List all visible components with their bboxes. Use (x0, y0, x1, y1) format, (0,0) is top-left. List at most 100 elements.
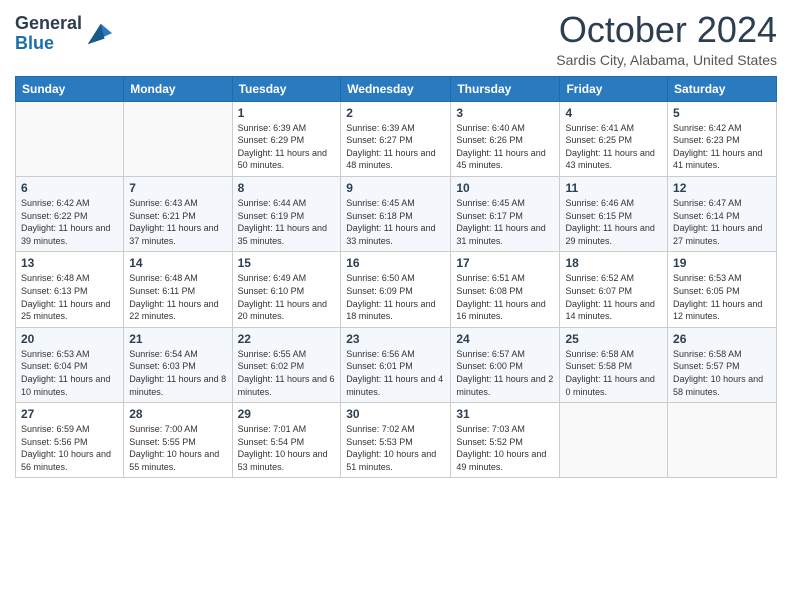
day-number: 9 (346, 181, 445, 195)
calendar-cell: 11Sunrise: 6:46 AMSunset: 6:15 PMDayligh… (560, 176, 668, 251)
cell-info: Sunrise: 6:43 AM (129, 197, 226, 210)
cell-info: Sunset: 6:15 PM (565, 210, 662, 223)
header-sunday: Sunday (16, 76, 124, 101)
cell-info: Daylight: 11 hours and 41 minutes. (673, 147, 771, 172)
cell-info: Sunset: 5:54 PM (238, 436, 336, 449)
cell-info: Sunrise: 7:01 AM (238, 423, 336, 436)
cell-info: Sunset: 5:53 PM (346, 436, 445, 449)
cell-info: Sunrise: 6:50 AM (346, 272, 445, 285)
cell-info: Daylight: 10 hours and 51 minutes. (346, 448, 445, 473)
cell-info: Sunrise: 6:58 AM (673, 348, 771, 361)
cell-info: Daylight: 11 hours and 0 minutes. (565, 373, 662, 398)
day-number: 11 (565, 181, 662, 195)
cell-info: Sunset: 5:57 PM (673, 360, 771, 373)
cell-info: Daylight: 11 hours and 27 minutes. (673, 222, 771, 247)
calendar-header-row: SundayMondayTuesdayWednesdayThursdayFrid… (16, 76, 777, 101)
cell-info: Daylight: 11 hours and 22 minutes. (129, 298, 226, 323)
cell-info: Sunset: 6:23 PM (673, 134, 771, 147)
calendar-cell: 6Sunrise: 6:42 AMSunset: 6:22 PMDaylight… (16, 176, 124, 251)
calendar-cell: 12Sunrise: 6:47 AMSunset: 6:14 PMDayligh… (668, 176, 777, 251)
cell-info: Sunset: 6:26 PM (456, 134, 554, 147)
calendar-table: SundayMondayTuesdayWednesdayThursdayFrid… (15, 76, 777, 479)
cell-info: Sunrise: 6:44 AM (238, 197, 336, 210)
day-number: 10 (456, 181, 554, 195)
cell-info: Daylight: 11 hours and 6 minutes. (238, 373, 336, 398)
day-number: 19 (673, 256, 771, 270)
cell-info: Daylight: 10 hours and 56 minutes. (21, 448, 118, 473)
day-number: 31 (456, 407, 554, 421)
calendar-cell: 9Sunrise: 6:45 AMSunset: 6:18 PMDaylight… (341, 176, 451, 251)
logo-general: General (15, 14, 82, 34)
day-number: 21 (129, 332, 226, 346)
calendar-cell (124, 101, 232, 176)
header-wednesday: Wednesday (341, 76, 451, 101)
cell-info: Sunset: 6:21 PM (129, 210, 226, 223)
cell-info: Daylight: 11 hours and 43 minutes. (565, 147, 662, 172)
day-number: 27 (21, 407, 118, 421)
cell-info: Sunrise: 6:59 AM (21, 423, 118, 436)
cell-info: Sunrise: 6:57 AM (456, 348, 554, 361)
day-number: 15 (238, 256, 336, 270)
calendar-cell: 15Sunrise: 6:49 AMSunset: 6:10 PMDayligh… (232, 252, 341, 327)
day-number: 14 (129, 256, 226, 270)
cell-info: Daylight: 10 hours and 49 minutes. (456, 448, 554, 473)
cell-info: Sunrise: 6:45 AM (346, 197, 445, 210)
calendar-cell: 14Sunrise: 6:48 AMSunset: 6:11 PMDayligh… (124, 252, 232, 327)
logo: General Blue (15, 14, 112, 54)
cell-info: Sunrise: 6:48 AM (21, 272, 118, 285)
calendar-cell: 24Sunrise: 6:57 AMSunset: 6:00 PMDayligh… (451, 327, 560, 402)
calendar-cell: 27Sunrise: 6:59 AMSunset: 5:56 PMDayligh… (16, 403, 124, 478)
cell-info: Daylight: 11 hours and 50 minutes. (238, 147, 336, 172)
cell-info: Sunrise: 6:58 AM (565, 348, 662, 361)
day-number: 28 (129, 407, 226, 421)
calendar-cell: 20Sunrise: 6:53 AMSunset: 6:04 PMDayligh… (16, 327, 124, 402)
day-number: 4 (565, 106, 662, 120)
cell-info: Daylight: 11 hours and 33 minutes. (346, 222, 445, 247)
cell-info: Sunrise: 6:53 AM (673, 272, 771, 285)
cell-info: Sunrise: 6:47 AM (673, 197, 771, 210)
cell-info: Sunrise: 6:56 AM (346, 348, 445, 361)
calendar-cell: 30Sunrise: 7:02 AMSunset: 5:53 PMDayligh… (341, 403, 451, 478)
day-number: 26 (673, 332, 771, 346)
cell-info: Sunrise: 6:45 AM (456, 197, 554, 210)
calendar-cell: 25Sunrise: 6:58 AMSunset: 5:58 PMDayligh… (560, 327, 668, 402)
day-number: 6 (21, 181, 118, 195)
cell-info: Sunrise: 6:46 AM (565, 197, 662, 210)
cell-info: Sunrise: 6:42 AM (673, 122, 771, 135)
header-friday: Friday (560, 76, 668, 101)
day-number: 24 (456, 332, 554, 346)
day-number: 25 (565, 332, 662, 346)
cell-info: Sunset: 6:25 PM (565, 134, 662, 147)
calendar-cell: 1Sunrise: 6:39 AMSunset: 6:29 PMDaylight… (232, 101, 341, 176)
week-row-5: 27Sunrise: 6:59 AMSunset: 5:56 PMDayligh… (16, 403, 777, 478)
cell-info: Daylight: 11 hours and 39 minutes. (21, 222, 118, 247)
calendar-cell: 18Sunrise: 6:52 AMSunset: 6:07 PMDayligh… (560, 252, 668, 327)
week-row-4: 20Sunrise: 6:53 AMSunset: 6:04 PMDayligh… (16, 327, 777, 402)
cell-info: Daylight: 11 hours and 35 minutes. (238, 222, 336, 247)
day-number: 30 (346, 407, 445, 421)
cell-info: Sunset: 6:22 PM (21, 210, 118, 223)
cell-info: Daylight: 11 hours and 14 minutes. (565, 298, 662, 323)
calendar-cell: 7Sunrise: 6:43 AMSunset: 6:21 PMDaylight… (124, 176, 232, 251)
cell-info: Sunrise: 6:48 AM (129, 272, 226, 285)
cell-info: Sunrise: 6:49 AM (238, 272, 336, 285)
cell-info: Daylight: 11 hours and 20 minutes. (238, 298, 336, 323)
day-number: 20 (21, 332, 118, 346)
logo-text: General Blue (15, 14, 82, 54)
cell-info: Daylight: 11 hours and 4 minutes. (346, 373, 445, 398)
calendar-cell: 21Sunrise: 6:54 AMSunset: 6:03 PMDayligh… (124, 327, 232, 402)
calendar-cell: 19Sunrise: 6:53 AMSunset: 6:05 PMDayligh… (668, 252, 777, 327)
cell-info: Daylight: 10 hours and 53 minutes. (238, 448, 336, 473)
week-row-2: 6Sunrise: 6:42 AMSunset: 6:22 PMDaylight… (16, 176, 777, 251)
cell-info: Sunrise: 6:53 AM (21, 348, 118, 361)
cell-info: Daylight: 11 hours and 10 minutes. (21, 373, 118, 398)
cell-info: Sunset: 6:07 PM (565, 285, 662, 298)
day-number: 2 (346, 106, 445, 120)
cell-info: Sunrise: 7:00 AM (129, 423, 226, 436)
cell-info: Sunset: 6:01 PM (346, 360, 445, 373)
cell-info: Sunrise: 6:52 AM (565, 272, 662, 285)
header-monday: Monday (124, 76, 232, 101)
cell-info: Sunset: 6:02 PM (238, 360, 336, 373)
header-tuesday: Tuesday (232, 76, 341, 101)
cell-info: Sunrise: 6:55 AM (238, 348, 336, 361)
